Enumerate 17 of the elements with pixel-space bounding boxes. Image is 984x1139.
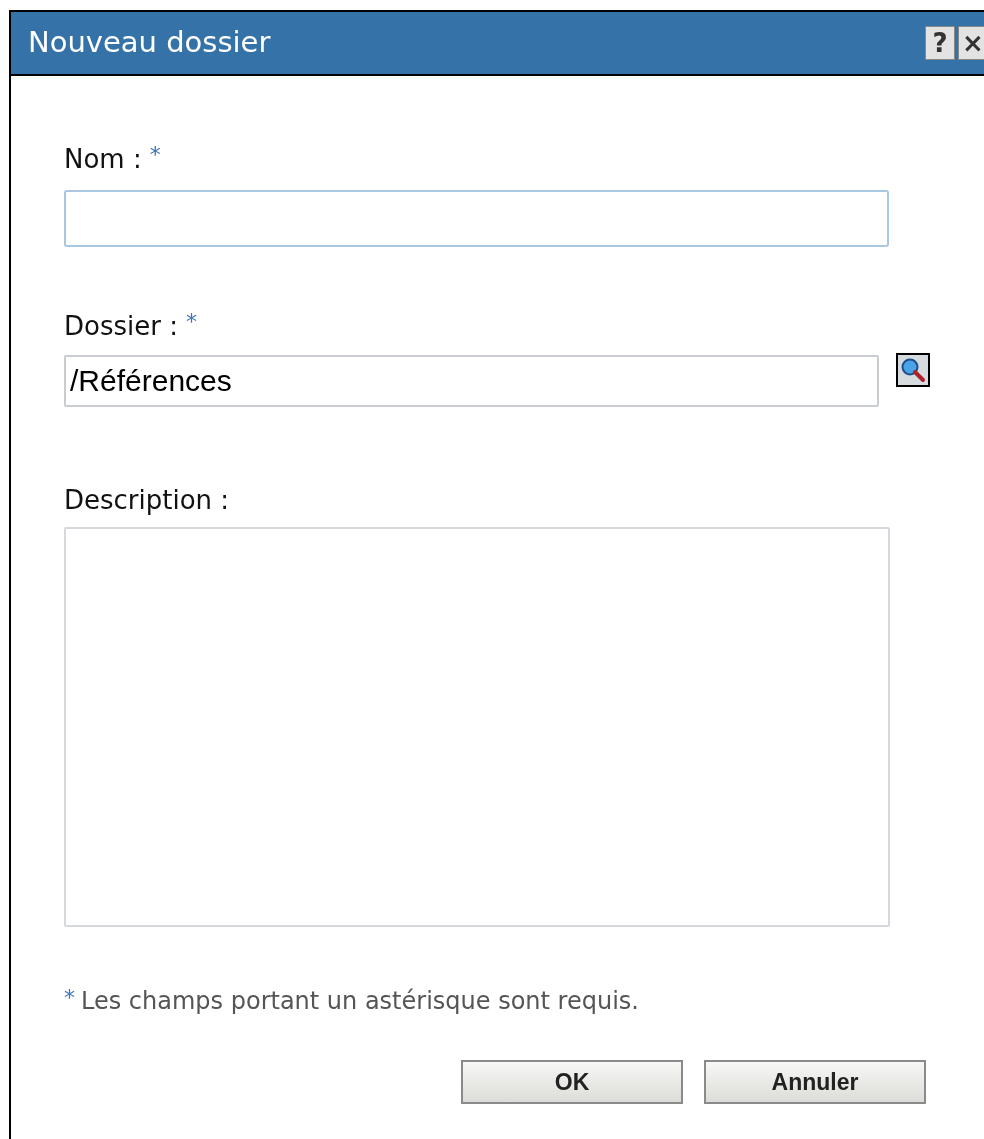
help-button[interactable]: ? xyxy=(925,26,955,60)
required-mark: * xyxy=(64,985,75,1011)
field-label: Description : xyxy=(64,484,230,517)
description-field[interactable] xyxy=(64,527,890,927)
ok-button[interactable]: OK xyxy=(461,1060,683,1104)
cancel-button[interactable]: Annuler xyxy=(704,1060,926,1104)
required-note: Les champs portant un astérisque sont requis. xyxy=(81,986,639,1017)
window-title: Nouveau dossier xyxy=(28,24,272,62)
search-button[interactable] xyxy=(896,353,930,387)
required-mark: * xyxy=(149,142,161,168)
field-label: Dossier : xyxy=(64,310,178,343)
close-button[interactable]: × xyxy=(958,26,984,60)
search-icon xyxy=(900,357,926,383)
field-label: Nom : xyxy=(64,143,142,176)
name-field[interactable] xyxy=(64,190,889,247)
required-mark: * xyxy=(185,309,197,335)
folder-field[interactable]: /Références xyxy=(64,355,879,407)
